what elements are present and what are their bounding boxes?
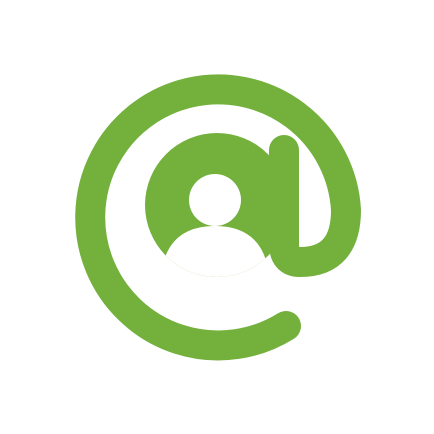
- at-sign-user-icon: [75, 74, 361, 361]
- logo-canvas: [0, 0, 434, 434]
- person-head: [189, 174, 241, 226]
